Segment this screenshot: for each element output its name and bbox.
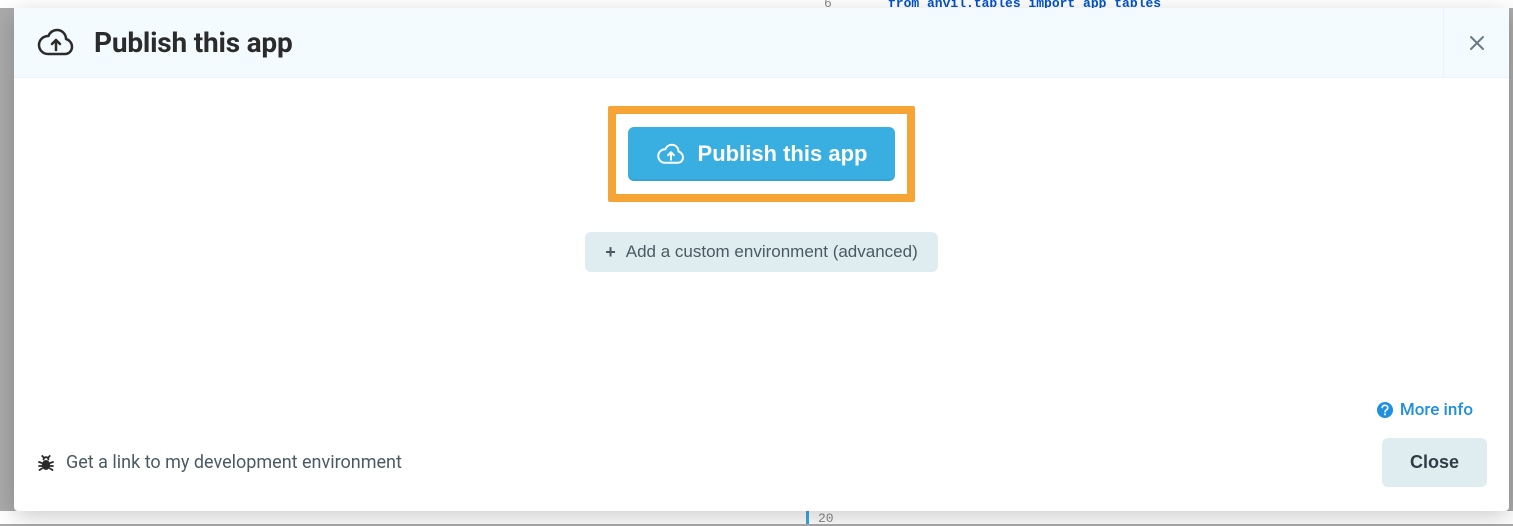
close-button-label: Close — [1410, 452, 1459, 472]
modal-footer: Get a link to my development environment… — [14, 420, 1509, 511]
dev-link-label: Get a link to my development environment — [66, 452, 402, 473]
close-button[interactable]: Close — [1382, 438, 1487, 487]
modal-header: Publish this app — [14, 8, 1509, 78]
more-info-link[interactable]: More info — [1376, 400, 1473, 420]
modal-title: Publish this app — [94, 26, 293, 59]
cloud-upload-icon — [656, 143, 686, 166]
bug-icon — [36, 453, 56, 473]
dev-environment-link[interactable]: Get a link to my development environment — [36, 452, 402, 473]
close-icon — [1469, 35, 1485, 51]
background-code-editor: 6 from anvil.tables import app_tables — [0, 0, 1513, 8]
add-custom-environment-button[interactable]: + Add a custom environment (advanced) — [585, 232, 938, 272]
publish-button-label: Publish this app — [698, 141, 868, 167]
more-info-label: More info — [1400, 400, 1473, 420]
publish-modal: Publish this app Publish this app — [14, 8, 1509, 511]
close-x-button[interactable] — [1443, 8, 1509, 77]
highlight-frame: Publish this app — [608, 106, 916, 202]
background-bottom-strip: 20 — [0, 511, 1513, 524]
publish-button[interactable]: Publish this app — [628, 127, 896, 181]
advanced-button-label: Add a custom environment (advanced) — [626, 242, 918, 262]
plus-icon: + — [605, 243, 616, 261]
code-line-text: from anvil.tables import app_tables — [888, 0, 1161, 8]
modal-body: Publish this app + Add a custom environm… — [14, 78, 1509, 420]
code-line-number: 6 — [824, 0, 832, 8]
editor-gutter-marker — [806, 511, 809, 524]
question-circle-icon — [1376, 401, 1394, 419]
cloud-upload-icon — [36, 28, 76, 58]
